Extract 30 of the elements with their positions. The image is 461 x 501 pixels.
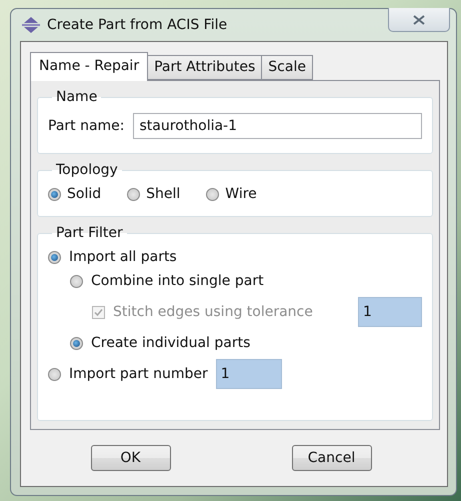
radio-button[interactable]	[48, 368, 61, 380]
option-label: Shell	[146, 186, 180, 202]
option-label: Import part number	[69, 366, 208, 382]
group-title: Name	[55, 89, 98, 105]
number-field[interactable]: 1	[216, 359, 282, 389]
option-label: Combine into single part	[91, 273, 264, 289]
radio-button[interactable]	[48, 250, 61, 264]
option-label: Wire	[225, 186, 257, 202]
close-icon	[413, 14, 425, 24]
dialog-button[interactable]: Cancel	[292, 445, 372, 471]
radio-button[interactable]	[127, 188, 140, 200]
part-name-field[interactable]: staurotholia-1	[132, 113, 422, 139]
option-label: Import all parts	[69, 249, 177, 265]
group-title: Topology	[55, 162, 119, 178]
dialog-button[interactable]: OK	[90, 445, 170, 471]
field-label: Part name:	[48, 118, 125, 134]
window-title: Create Part from ACIS File	[47, 17, 228, 33]
tab[interactable]: Part Attributes	[147, 55, 262, 80]
radio-button[interactable]	[70, 336, 83, 350]
tab[interactable]: Scale	[261, 55, 313, 80]
option-label: Create individual parts	[91, 335, 250, 351]
radio-button[interactable]	[70, 274, 83, 288]
move-arrows-icon	[21, 17, 41, 33]
close-button[interactable]	[388, 8, 450, 32]
radio-button[interactable]	[48, 188, 61, 200]
tab[interactable]: Name - Repair	[30, 52, 148, 81]
group-title: Part Filter	[55, 225, 124, 241]
option-label: Stitch edges using tolerance	[113, 304, 313, 320]
option-label: Solid	[67, 186, 102, 202]
radio-button[interactable]	[206, 188, 220, 200]
